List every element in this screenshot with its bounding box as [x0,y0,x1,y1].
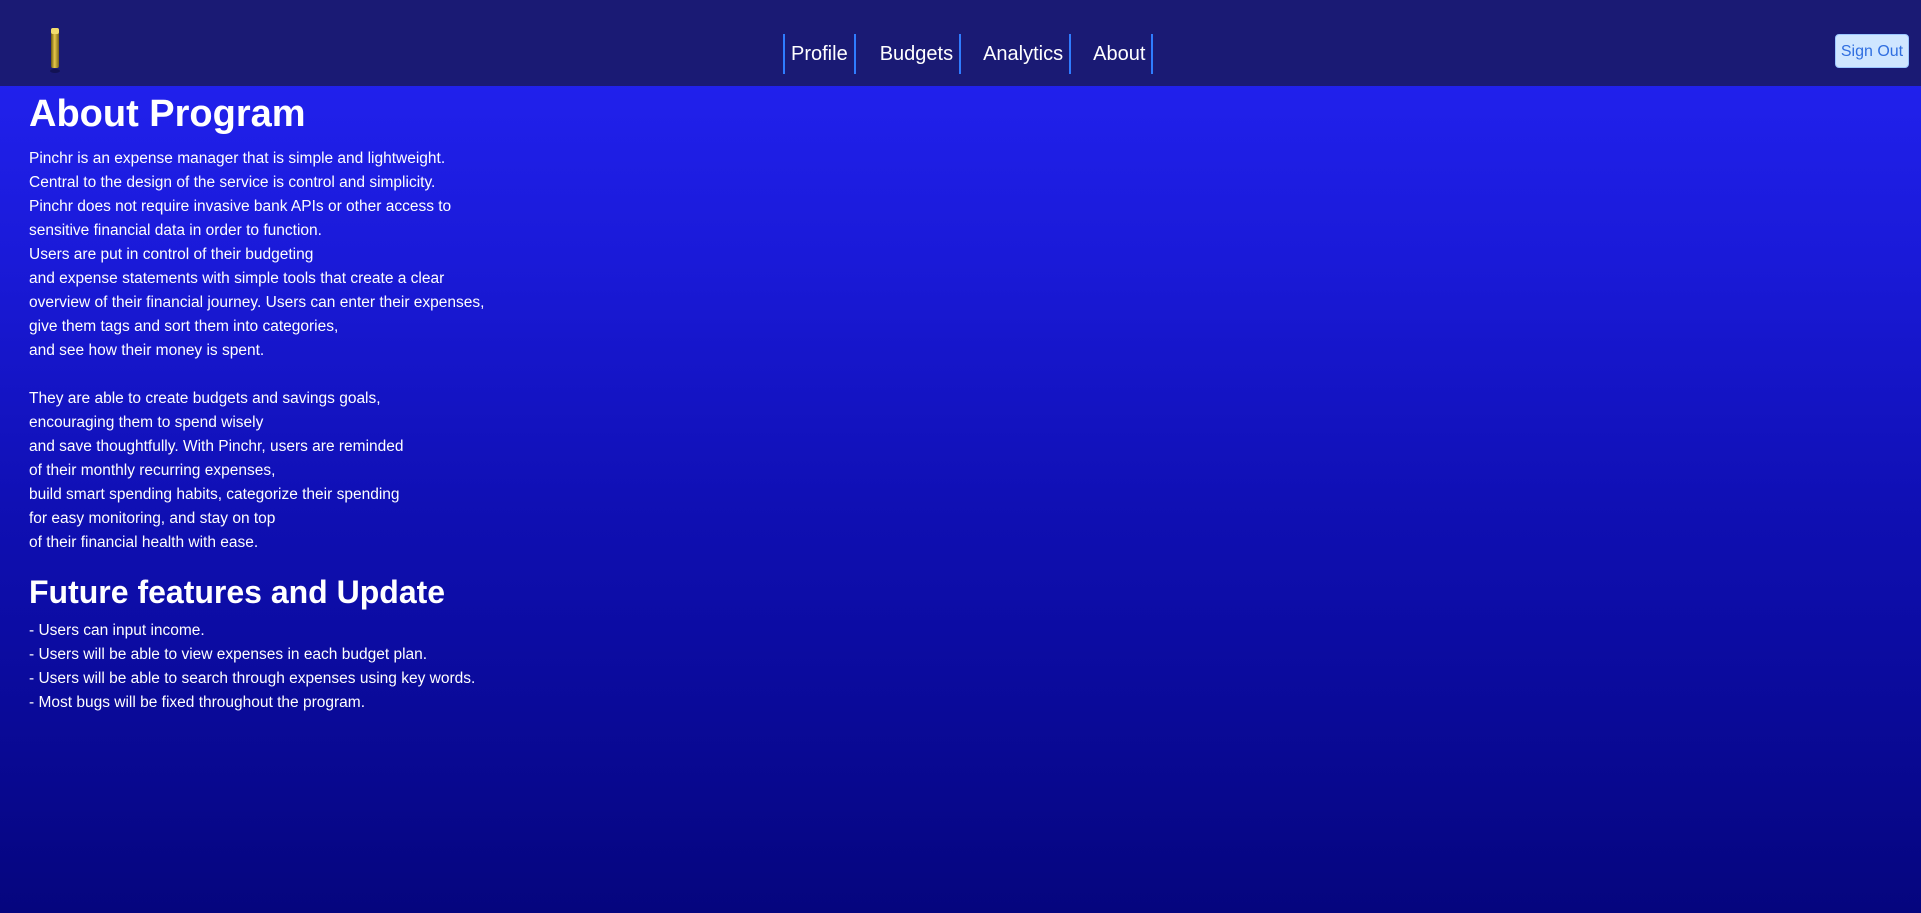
nav-separator [959,34,962,74]
about-line: of their monthly recurring expenses, [29,462,276,479]
about-line: and save thoughtfully. With Pinchr, user… [29,438,404,455]
future-features-list: - Users can input income. - Users will b… [29,619,629,715]
about-line: and see how their money is spent. [29,342,265,359]
nav-separator [853,34,856,74]
about-line: of their financial health with ease. [29,534,259,551]
about-line: Pinchr does not require invasive bank AP… [29,198,452,215]
about-paragraph-2: They are able to create budgets and savi… [29,387,629,555]
coin-logo-icon[interactable] [48,26,62,74]
top-navbar: Profile Budgets Analytics About Sign Out [0,0,1921,86]
about-title: About Program [29,93,306,135]
nav-budgets[interactable]: Budgets [874,34,959,74]
main-nav: Profile Budgets Analytics About [783,34,1154,74]
future-feature-item: - Most bugs will be fixed throughout the… [29,694,366,711]
about-paragraph-1: Pinchr is an expense manager that is sim… [29,147,629,363]
about-line: give them tags and sort them into catego… [29,318,339,335]
about-line: build smart spending habits, categorize … [29,486,400,503]
about-line: sensitive financial data in order to fun… [29,222,322,239]
about-line: overview of their financial journey. Use… [29,294,485,311]
nav-analytics[interactable]: Analytics [977,34,1069,74]
future-feature-item: - Users can input income. [29,622,205,639]
about-content: About Program Pinchr is an expense manag… [29,86,629,715]
about-line: encouraging them to spend wisely [29,414,264,431]
about-line: for easy monitoring, and stay on top [29,510,276,527]
future-feature-item: - Users will be able to search through e… [29,670,476,687]
sign-out-button[interactable]: Sign Out [1835,34,1909,68]
future-feature-item: - Users will be able to view expenses in… [29,646,428,663]
about-line: They are able to create budgets and savi… [29,390,381,407]
future-features-title: Future features and Update [29,574,446,610]
nav-about[interactable]: About [1087,34,1151,74]
nav-separator [1151,34,1154,74]
nav-separator [1069,34,1072,74]
about-line: Pinchr is an expense manager that is sim… [29,150,446,167]
about-line: and expense statements with simple tools… [29,270,445,287]
about-line: Central to the design of the service is … [29,174,436,191]
about-line: Users are put in control of their budget… [29,246,314,263]
nav-profile[interactable]: Profile [785,34,854,74]
